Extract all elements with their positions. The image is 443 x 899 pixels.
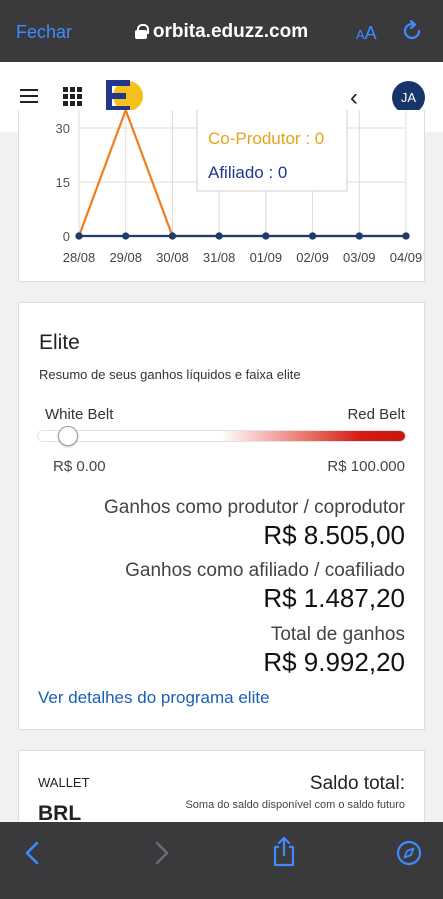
tooltip-coprodutor: Co-Produtor : 0 (208, 129, 324, 148)
apps-grid-icon[interactable] (63, 87, 82, 106)
range-min-value: R$ 0.00 (53, 458, 106, 475)
tooltip-afiliado: Afiliado : 0 (208, 163, 287, 182)
browser-top-bar: Fechar orbita.eduzz.com AA (0, 0, 443, 62)
total-earnings-label: Total de ganhos (270, 624, 405, 645)
balance-title: Saldo total: (309, 773, 405, 794)
data-point (308, 232, 317, 240)
compass-icon[interactable] (396, 840, 422, 871)
balance-subtitle: Soma do saldo disponível com o saldo fut… (185, 799, 405, 811)
eduzz-logo[interactable] (105, 79, 143, 113)
x-tick-label: 30/08 (156, 250, 189, 265)
x-tick-label: 03/09 (343, 250, 376, 265)
total-earnings-value: R$ 9.992,20 (263, 647, 405, 677)
y-tick-label: 30 (56, 121, 70, 136)
x-tick-label: 01/09 (250, 250, 283, 265)
x-tick-label: 31/08 (203, 250, 236, 265)
belt-end-label: Red Belt (347, 406, 405, 423)
data-point (215, 232, 223, 240)
data-point (262, 232, 270, 240)
browser-bottom-bar (0, 822, 443, 899)
producer-earnings-value: R$ 8.505,00 (263, 520, 405, 550)
text-size-button[interactable]: AA (356, 23, 377, 44)
data-point (168, 232, 177, 240)
elite-details-link[interactable]: Ver detalhes do programa elite (38, 688, 270, 708)
producer-earnings-label: Ganhos como produtor / coprodutor (103, 497, 405, 518)
x-tick-label: 28/08 (63, 250, 96, 265)
data-point (355, 232, 363, 240)
belt-progress-track (37, 430, 406, 442)
data-point (122, 232, 130, 240)
belt-progress-knob (58, 426, 79, 446)
elite-card: Elite Resumo de seus ganhos líquidos e f… (18, 302, 425, 730)
reload-icon[interactable] (400, 19, 424, 48)
data-point (402, 232, 410, 240)
data-point (75, 232, 83, 240)
back-chevron-icon[interactable]: ‹ (350, 84, 358, 112)
share-icon[interactable] (271, 836, 297, 873)
x-tick-label: 04/09 (390, 250, 423, 265)
back-arrow-icon[interactable] (22, 840, 44, 871)
x-tick-label: 02/09 (296, 250, 329, 265)
forward-arrow-icon[interactable] (150, 840, 172, 871)
sales-chart-card: 0 15 30 28/08 29/08 30/08 31/08 01/09 02/09 03/09… (18, 110, 425, 282)
lock-icon (134, 24, 149, 39)
y-tick-label: 0 (63, 229, 70, 244)
url-text: orbita.eduzz.com (152, 21, 309, 42)
sales-chart: 0 15 30 28/08 29/08 30/08 31/08 01/09 02/09 03/09… (56, 110, 423, 265)
wallet-label: WALLET (38, 775, 90, 790)
x-tick-label: 29/08 (109, 250, 142, 265)
belt-start-label: White Belt (45, 406, 114, 423)
y-tick-label: 15 (56, 175, 70, 190)
elite-title: Elite (39, 331, 80, 354)
affiliate-earnings-value: R$ 1.487,20 (263, 583, 405, 613)
affiliate-earnings-label: Ganhos como afiliado / coafiliado (125, 560, 405, 581)
menu-icon[interactable] (20, 89, 38, 103)
range-max-value: R$ 100.000 (327, 458, 405, 475)
elite-subtitle: Resumo de seus ganhos líquidos e faixa e… (39, 367, 301, 382)
